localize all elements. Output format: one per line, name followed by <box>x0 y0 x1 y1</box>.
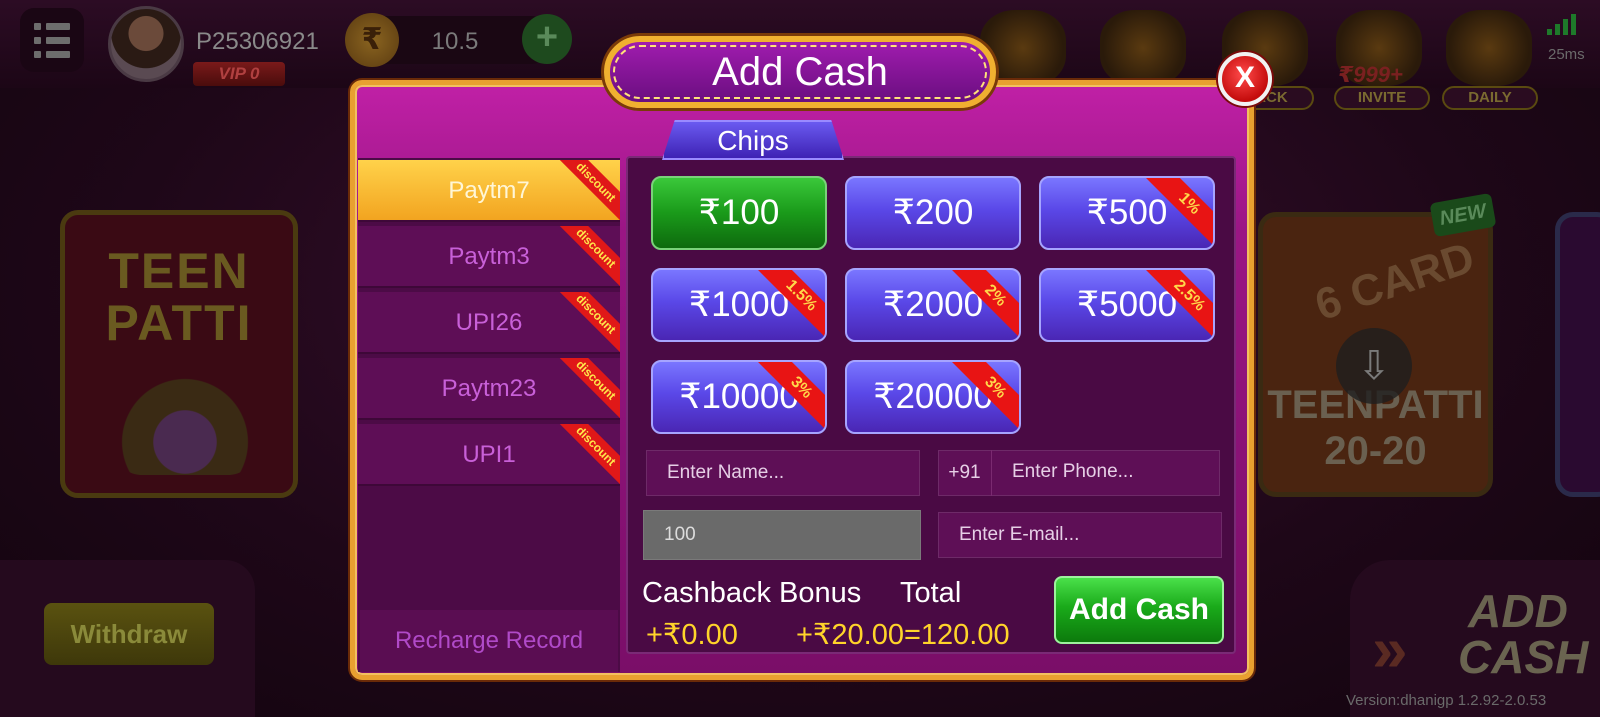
phone-field[interactable]: Enter Phone... <box>992 450 1220 496</box>
total-value: +₹20.00=120.00 <box>796 619 1010 651</box>
player-id: P25306921 <box>196 28 319 55</box>
amount-button[interactable]: ₹200 <box>845 176 1021 250</box>
download-icon[interactable]: ⇩ <box>1336 328 1412 404</box>
phone-prefix: +91 <box>938 450 992 496</box>
payment-method-upi26[interactable]: UPI26 discount <box>358 292 620 354</box>
signal-icon <box>1547 14 1576 35</box>
amount-button[interactable]: ₹1000 1.5% <box>651 268 827 342</box>
discount-ribbon: discount <box>554 160 620 220</box>
amount-label: ₹200 <box>892 193 974 232</box>
version-text: Version:dhanigp 1.2.92-2.0.53 <box>1346 692 1547 709</box>
vip-badge[interactable]: VIP 0 <box>193 62 285 86</box>
six-card-art: 6 CARD <box>1309 232 1481 331</box>
arrow-icon: » <box>1372 613 1408 685</box>
amount-field[interactable]: 100 <box>643 510 921 560</box>
payment-method-label: UPI1 <box>462 441 516 468</box>
payment-method-paytm23[interactable]: Paytm23 discount <box>358 358 620 420</box>
close-button[interactable]: X <box>1218 52 1272 106</box>
amount-label: ₹2000 <box>882 285 984 324</box>
add-cash-shortcut[interactable]: ADD CASH <box>1458 588 1588 680</box>
cashback-bonus-value: +₹0.00 <box>646 619 738 651</box>
amount-button[interactable]: ₹10000 3% <box>651 360 827 434</box>
total-label: Total <box>900 577 962 609</box>
avatar[interactable] <box>108 6 184 82</box>
amount-label: ₹100 <box>698 193 780 232</box>
withdraw-button[interactable]: Withdraw <box>44 603 214 665</box>
recharge-record-button[interactable]: Recharge Record <box>360 610 618 672</box>
crown-icon[interactable] <box>1100 10 1186 86</box>
payment-method-label: Paytm23 <box>441 375 537 402</box>
balance-value: 10.5 <box>431 28 479 55</box>
cashback-bonus-label: Cashback Bonus <box>642 577 862 609</box>
payment-method-label: UPI26 <box>455 309 523 336</box>
ping-value: 25ms <box>1548 46 1585 63</box>
discount-ribbon: discount <box>554 292 620 352</box>
discount-ribbon: discount <box>554 424 620 484</box>
amount-button[interactable]: ₹500 1% <box>1039 176 1215 250</box>
add-balance-button[interactable]: + <box>522 14 572 64</box>
amount-button[interactable]: ₹20000 3% <box>845 360 1021 434</box>
payment-method-label: Paytm3 <box>448 243 530 270</box>
game-title: TEEN PATTI <box>105 243 253 351</box>
game-card-partial[interactable] <box>1555 212 1600 497</box>
amount-button[interactable]: ₹5000 2.5% <box>1039 268 1215 342</box>
email-field[interactable]: Enter E-mail... <box>938 512 1222 558</box>
tab-chips[interactable]: Chips <box>662 120 844 160</box>
add-cash-submit-button[interactable]: Add Cash <box>1054 576 1224 644</box>
amount-label: ₹500 <box>1086 193 1168 232</box>
amount-button[interactable]: ₹100 <box>651 176 827 250</box>
amount-button[interactable]: ₹2000 2% <box>845 268 1021 342</box>
discount-ribbon: discount <box>554 358 620 418</box>
daily-gift-icon[interactable] <box>1446 10 1532 86</box>
discount-ribbon: discount <box>554 226 620 286</box>
amount-label: ₹5000 <box>1076 285 1178 324</box>
invite-amount: ₹999+ <box>1338 62 1403 87</box>
payment-method-paytm3[interactable]: Paytm3 discount <box>358 226 620 288</box>
invite-label: INVITE <box>1334 86 1430 110</box>
name-field[interactable]: Enter Name... <box>646 450 920 496</box>
daily-label: DAILY <box>1442 86 1538 110</box>
dialog-title: Add Cash <box>712 50 888 94</box>
payment-method-paytm7[interactable]: Paytm7 discount <box>358 160 620 222</box>
payment-method-label: Paytm7 <box>448 177 530 204</box>
payment-method-upi1[interactable]: UPI1 discount <box>358 424 620 486</box>
cards-icon <box>115 365 255 475</box>
amount-label: ₹1000 <box>688 285 790 324</box>
menu-icon[interactable] <box>20 8 84 72</box>
rupee-coin-icon: ₹ <box>345 13 399 67</box>
game-card-teenpatti[interactable]: TEEN PATTI <box>60 210 298 498</box>
